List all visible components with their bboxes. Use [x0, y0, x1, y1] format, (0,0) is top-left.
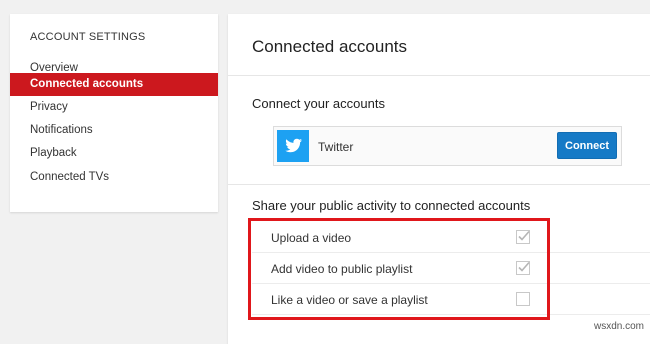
- main-panel: Connected accounts Connect your accounts…: [228, 14, 650, 344]
- upload-video-checkbox[interactable]: [516, 230, 530, 244]
- twitter-label: Twitter: [318, 140, 354, 154]
- checkmark-icon: [518, 230, 530, 241]
- share-option-like-or-save: Like a video or save a playlist: [252, 284, 650, 315]
- share-option-label: Upload a video: [271, 231, 352, 245]
- settings-sidebar: ACCOUNT SETTINGS Overview Connected acco…: [10, 14, 218, 212]
- sidebar-item-connected-tvs[interactable]: Connected TVs: [10, 166, 218, 189]
- page-title: Connected accounts: [252, 37, 407, 56]
- share-option-add-to-playlist: Add video to public playlist: [252, 253, 650, 284]
- like-or-save-checkbox[interactable]: [516, 292, 530, 306]
- checkmark-icon: [518, 261, 530, 272]
- share-option-label: Like a video or save a playlist: [271, 293, 428, 307]
- sidebar-item-notifications[interactable]: Notifications: [10, 119, 218, 142]
- share-section-title: Share your public activity to connected …: [252, 198, 531, 213]
- twitter-account-row: Twitter Connect: [273, 126, 622, 166]
- sidebar-heading: ACCOUNT SETTINGS: [30, 31, 146, 43]
- share-option-label: Add video to public playlist: [271, 262, 413, 276]
- watermark: wsxdn.com: [593, 321, 644, 332]
- sidebar-item-connected-accounts[interactable]: Connected accounts: [10, 73, 218, 96]
- add-to-playlist-checkbox[interactable]: [516, 261, 530, 275]
- connect-section-title: Connect your accounts: [252, 96, 385, 111]
- twitter-bird-icon: [277, 130, 309, 162]
- title-divider: [228, 75, 650, 76]
- sidebar-item-playback[interactable]: Playback: [10, 142, 218, 165]
- connect-twitter-button[interactable]: Connect: [557, 132, 617, 159]
- section-divider: [228, 184, 650, 185]
- share-option-upload-video: Upload a video: [252, 222, 650, 253]
- sidebar-item-privacy[interactable]: Privacy: [10, 96, 218, 119]
